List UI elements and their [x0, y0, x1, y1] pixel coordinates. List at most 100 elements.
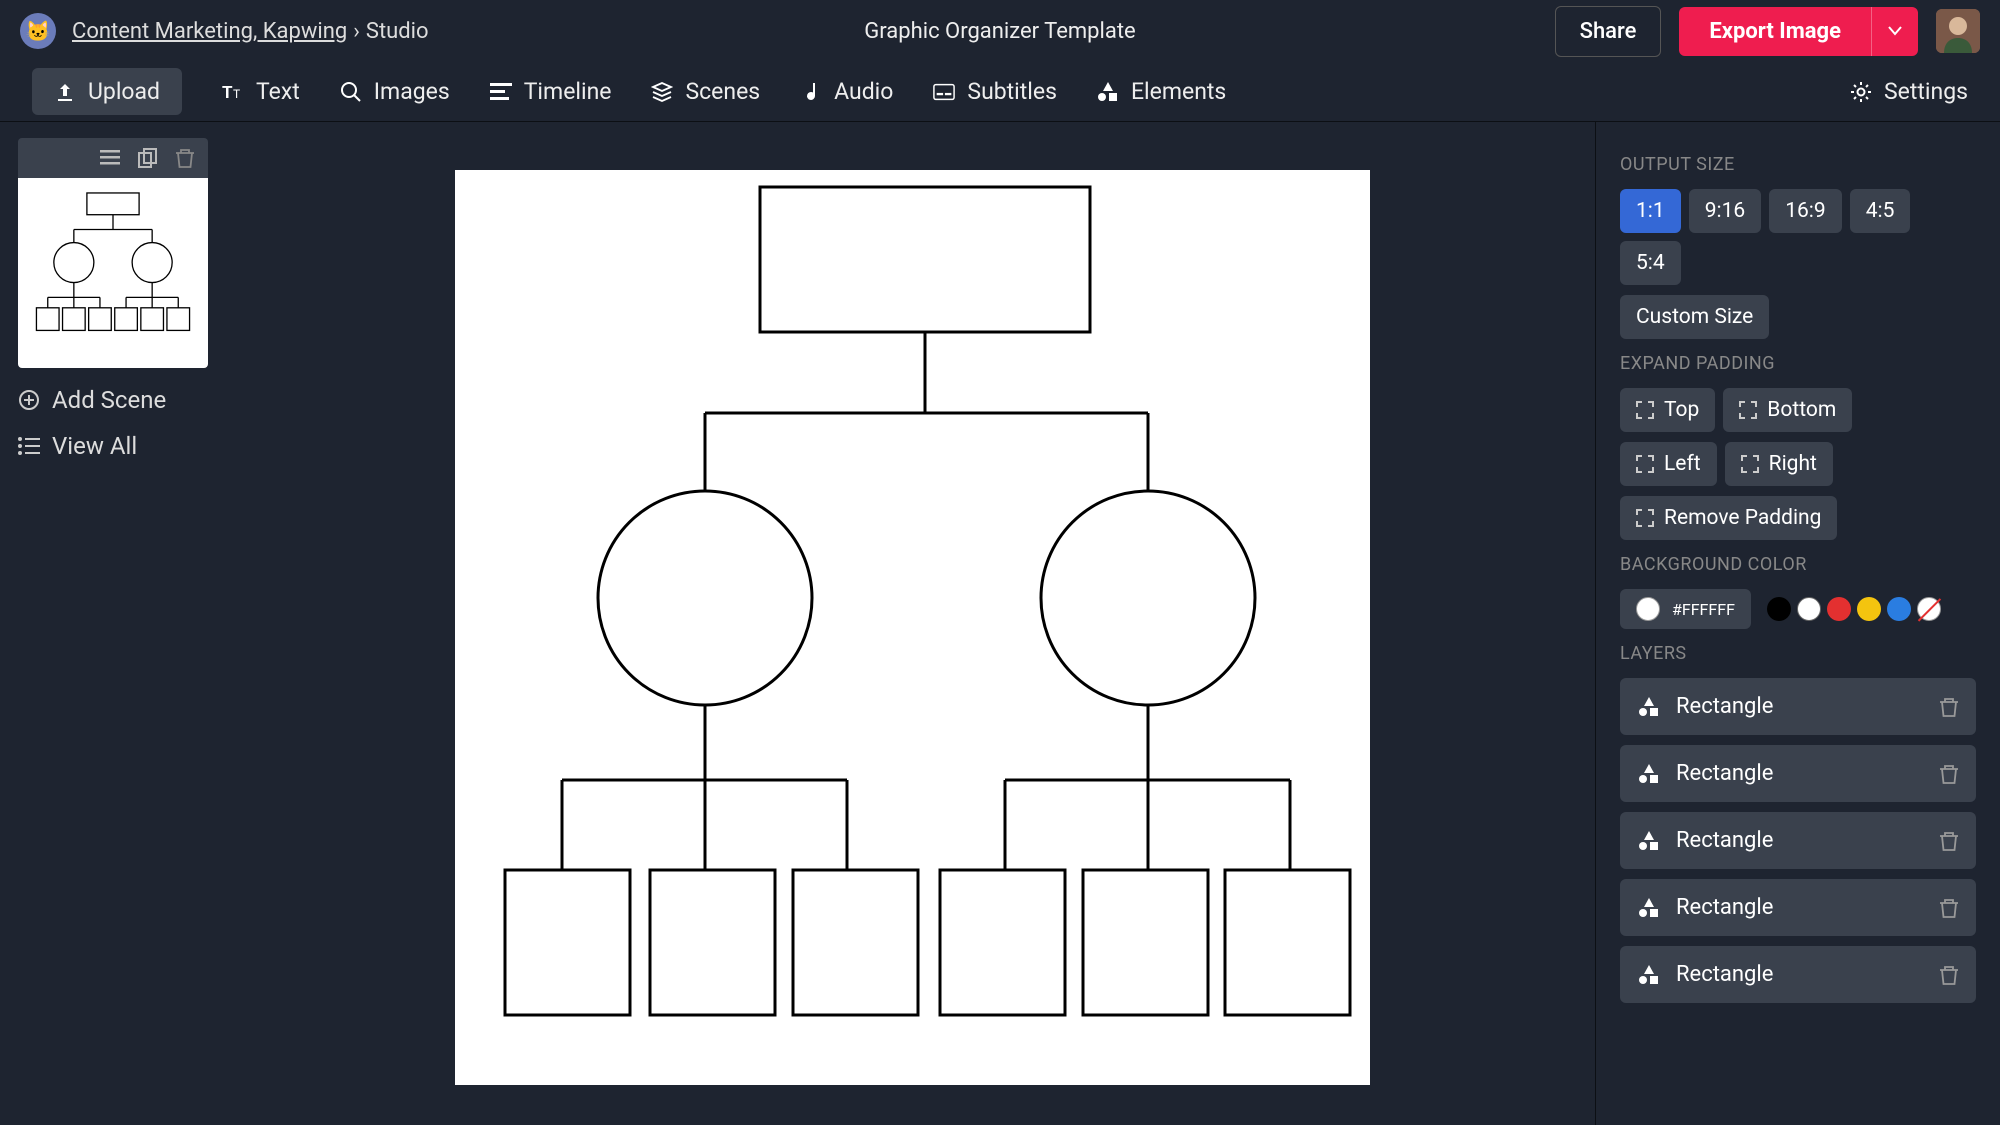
text-label: Text [256, 78, 300, 105]
share-button[interactable]: Share [1555, 6, 1662, 57]
subtitles-icon [933, 81, 955, 103]
canvas[interactable] [455, 170, 1370, 1085]
pad-top-label: Top [1664, 398, 1699, 422]
breadcrumb-current: Studio [366, 19, 429, 44]
properties-panel: OUTPUT SIZE 1:1 9:16 16:9 4:5 5:4 Custom… [1595, 122, 2000, 1125]
elements-tool[interactable]: Elements [1097, 78, 1226, 105]
background-color-value[interactable]: #FFFFFF [1620, 589, 1751, 629]
remove-padding-button[interactable]: Remove Padding [1620, 496, 1837, 540]
delete-layer-icon[interactable] [1940, 764, 1958, 784]
upload-label: Upload [88, 78, 160, 105]
shapes-icon [1638, 831, 1660, 851]
swatch-yellow[interactable] [1857, 597, 1881, 621]
gear-icon [1850, 81, 1872, 103]
canvas-content [455, 170, 1370, 1085]
dashed-box-icon [1741, 455, 1759, 473]
expand-padding-label: EXPAND PADDING [1620, 353, 1976, 374]
duplicate-icon[interactable] [138, 148, 158, 168]
pad-left-label: Left [1664, 452, 1701, 476]
export-button[interactable]: Export Image [1679, 7, 1871, 56]
layer-name: Rectangle [1676, 962, 1773, 987]
chevron-down-icon [1888, 26, 1902, 36]
breadcrumb: Content Marketing, Kapwing › Studio [72, 19, 429, 44]
view-all-button[interactable]: View All [18, 432, 212, 460]
reorder-icon[interactable] [100, 150, 120, 166]
settings-button[interactable]: Settings [1850, 78, 1968, 105]
list-icon [18, 437, 40, 455]
scenes-tool[interactable]: Scenes [651, 78, 760, 105]
add-scene-label: Add Scene [52, 386, 166, 414]
timeline-tool[interactable]: Timeline [490, 78, 612, 105]
audio-label: Audio [834, 78, 893, 105]
scenes-panel: Add Scene View All [0, 122, 230, 1125]
app-logo[interactable]: 🐱 [20, 13, 56, 49]
ratio-16-9[interactable]: 16:9 [1769, 189, 1842, 233]
elements-label: Elements [1131, 78, 1226, 105]
pad-right-button[interactable]: Right [1725, 442, 1833, 486]
subtitles-label: Subtitles [967, 78, 1057, 105]
ratio-1-1[interactable]: 1:1 [1620, 189, 1681, 233]
upload-icon [54, 81, 76, 103]
swatch-red[interactable] [1827, 597, 1851, 621]
swatch-black[interactable] [1767, 597, 1791, 621]
layer-item[interactable]: Rectangle [1620, 678, 1976, 735]
layer-name: Rectangle [1676, 761, 1773, 786]
scenes-icon [651, 81, 673, 103]
images-tool[interactable]: Images [340, 78, 450, 105]
user-avatar[interactable] [1936, 9, 1980, 53]
top-bar: 🐱 Content Marketing, Kapwing › Studio Gr… [0, 0, 2000, 62]
ratio-9-16[interactable]: 9:16 [1689, 189, 1762, 233]
shapes-icon [1638, 965, 1660, 985]
timeline-icon [490, 81, 512, 103]
current-color-swatch [1636, 597, 1660, 621]
delete-layer-icon[interactable] [1940, 898, 1958, 918]
layer-name: Rectangle [1676, 895, 1773, 920]
trash-icon[interactable] [176, 148, 194, 168]
timeline-label: Timeline [524, 78, 612, 105]
layer-item[interactable]: Rectangle [1620, 745, 1976, 802]
background-color-hex: #FFFFFF [1672, 600, 1735, 619]
delete-layer-icon[interactable] [1940, 965, 1958, 985]
shapes-icon [1638, 898, 1660, 918]
breadcrumb-workspace-link[interactable]: Content Marketing, Kapwing [72, 19, 347, 44]
layers-label: LAYERS [1620, 643, 1976, 664]
pad-left-button[interactable]: Left [1620, 442, 1717, 486]
elements-icon [1097, 81, 1119, 103]
settings-label: Settings [1884, 78, 1968, 105]
shapes-icon [1638, 697, 1660, 717]
delete-layer-icon[interactable] [1940, 697, 1958, 717]
text-tool[interactable]: TT Text [222, 78, 300, 105]
export-dropdown-button[interactable] [1871, 7, 1918, 56]
audio-icon [800, 81, 822, 103]
scene-thumbnail-controls [18, 138, 208, 178]
main-toolbar: Upload TT Text Images Timeline Scenes Au… [0, 62, 2000, 122]
ratio-5-4[interactable]: 5:4 [1620, 241, 1681, 285]
delete-layer-icon[interactable] [1940, 831, 1958, 851]
dashed-box-icon [1636, 455, 1654, 473]
svg-text:T: T [222, 83, 233, 103]
ratio-4-5[interactable]: 4:5 [1850, 189, 1911, 233]
layer-item[interactable]: Rectangle [1620, 879, 1976, 936]
document-title[interactable]: Graphic Organizer Template [864, 19, 1135, 44]
pad-right-label: Right [1769, 452, 1817, 476]
search-icon [340, 81, 362, 103]
layer-name: Rectangle [1676, 694, 1773, 719]
canvas-area[interactable] [230, 122, 1595, 1125]
scene-thumbnail[interactable] [18, 178, 208, 368]
color-swatches [1767, 597, 1941, 621]
swatch-blue[interactable] [1887, 597, 1911, 621]
pad-top-button[interactable]: Top [1620, 388, 1715, 432]
dashed-box-icon [1739, 401, 1757, 419]
swatch-none[interactable] [1917, 597, 1941, 621]
layer-item[interactable]: Rectangle [1620, 946, 1976, 1003]
swatch-white[interactable] [1797, 597, 1821, 621]
custom-size-button[interactable]: Custom Size [1620, 295, 1769, 339]
subtitles-tool[interactable]: Subtitles [933, 78, 1057, 105]
dashed-box-icon [1636, 509, 1654, 527]
add-scene-button[interactable]: Add Scene [18, 386, 212, 414]
audio-tool[interactable]: Audio [800, 78, 893, 105]
shapes-icon [1638, 764, 1660, 784]
pad-bottom-button[interactable]: Bottom [1723, 388, 1852, 432]
layer-item[interactable]: Rectangle [1620, 812, 1976, 869]
upload-button[interactable]: Upload [32, 68, 182, 115]
